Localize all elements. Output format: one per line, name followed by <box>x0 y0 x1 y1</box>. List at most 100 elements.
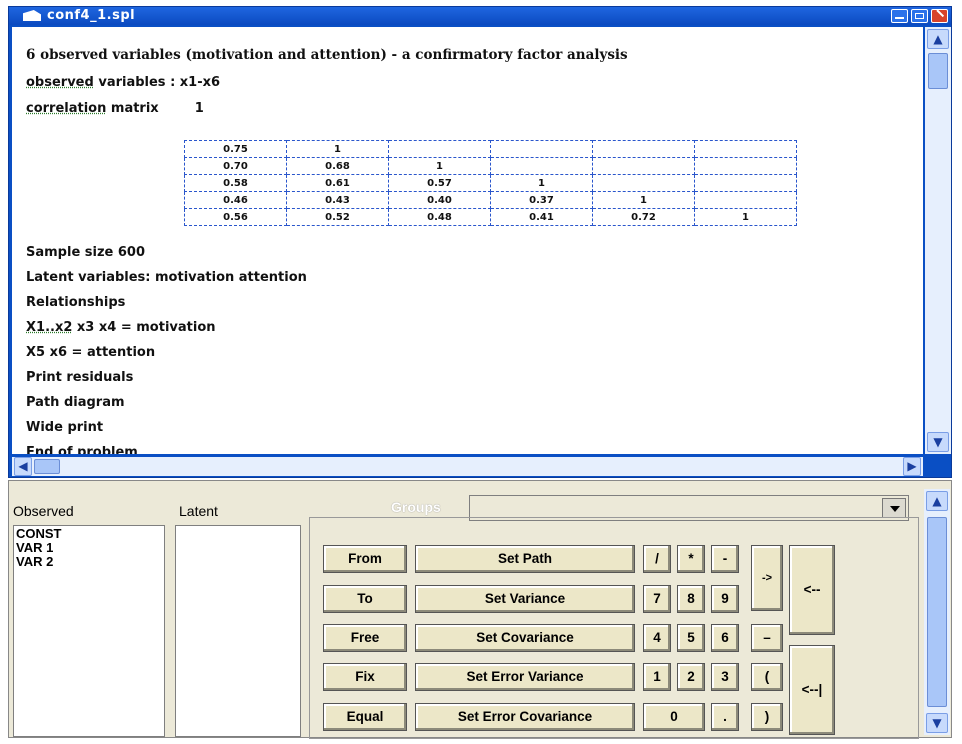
path-builder-panel: Observed Latent Groups CONST VAR 1 VAR 2… <box>8 480 952 739</box>
matrix-cell: 0.72 <box>592 208 695 226</box>
relationship-motivation-rest: x3 x4 = motivation <box>72 320 216 335</box>
path-diagram-line: Path diagram <box>26 395 125 410</box>
key-4[interactable]: 4 <box>643 624 671 652</box>
matrix-cell: 1 <box>694 208 797 226</box>
panel-scroll-thumb[interactable] <box>927 517 947 707</box>
sample-size-line: Sample size 600 <box>26 245 146 260</box>
left-paren-key[interactable]: ( <box>751 663 783 691</box>
key-8[interactable]: 8 <box>677 585 705 613</box>
matrix-cell <box>694 191 797 209</box>
close-button[interactable] <box>931 9 948 23</box>
scroll-up-icon[interactable]: ▲ <box>927 29 949 49</box>
matrix-cell <box>592 174 695 192</box>
groups-label: Groups <box>391 499 441 515</box>
matrix-row: 0.46 0.43 0.40 0.37 1 <box>184 191 797 209</box>
key-6[interactable]: 6 <box>711 624 739 652</box>
syntax-editor[interactable]: 6 observed variables (motivation and att… <box>12 27 923 454</box>
scroll-right-icon[interactable]: ▶ <box>903 457 921 476</box>
matrix-cell: 0.43 <box>286 191 389 209</box>
set-error-variance-button[interactable]: Set Error Variance <box>415 663 635 691</box>
latent-list[interactable] <box>175 525 301 737</box>
set-covariance-button[interactable]: Set Covariance <box>415 624 635 652</box>
matrix-cell <box>592 157 695 175</box>
list-item[interactable]: VAR 1 <box>16 541 162 555</box>
key-1[interactable]: 1 <box>643 663 671 691</box>
matrix-cell <box>388 140 491 158</box>
panel-vertical-scrollbar[interactable]: ▲ ▼ <box>924 489 950 735</box>
matrix-row: 0.58 0.61 0.57 1 <box>184 174 797 192</box>
observed-word: observed <box>26 75 94 90</box>
observed-label: Observed <box>13 503 74 519</box>
matrix-cell: 0.46 <box>184 191 287 209</box>
matrix-cell <box>694 140 797 158</box>
to-button[interactable]: To <box>323 585 407 613</box>
scroll-up-icon[interactable]: ▲ <box>926 491 948 511</box>
correlation-first-value: 1 <box>194 101 204 116</box>
matrix-cell: 1 <box>286 140 389 158</box>
key-0[interactable]: 0 <box>643 703 705 731</box>
matrix-cell: 0.41 <box>490 208 593 226</box>
latent-variables-line: Latent variables: motivation attention <box>26 270 307 285</box>
latent-label: Latent <box>179 503 218 519</box>
correlation-word: correlation <box>26 101 107 116</box>
matrix-cell <box>694 157 797 175</box>
set-error-covariance-button[interactable]: Set Error Covariance <box>415 703 635 731</box>
scroll-down-icon[interactable]: ▼ <box>926 713 948 733</box>
divide-key[interactable]: / <box>643 545 671 573</box>
matrix-cell: 0.68 <box>286 157 389 175</box>
document-icon <box>23 10 41 21</box>
correlation-rest: matrix <box>106 101 159 116</box>
matrix-cell: 0.58 <box>184 174 287 192</box>
arrow-right-button[interactable]: -> <box>751 545 783 611</box>
list-item[interactable]: CONST <box>16 527 162 541</box>
key-3[interactable]: 3 <box>711 663 739 691</box>
matrix-cell: 0.70 <box>184 157 287 175</box>
correlation-matrix: 0.75 1 0.70 0.68 1 0.58 0.61 0.57 1 0.46 0.43 0.40 0… <box>184 140 797 226</box>
chevron-down-icon[interactable] <box>882 498 906 518</box>
matrix-cell: 1 <box>592 191 695 209</box>
correlation-line: correlation matrix 1 <box>26 101 204 116</box>
equal-button[interactable]: Equal <box>323 703 407 731</box>
maximize-button[interactable] <box>911 9 928 23</box>
dash-key[interactable]: – <box>751 624 783 652</box>
from-button[interactable]: From <box>323 545 407 573</box>
relationship-motivation-line: X1..x2 x3 x4 = motivation <box>26 320 216 335</box>
matrix-cell <box>694 174 797 192</box>
matrix-cell: 0.56 <box>184 208 287 226</box>
key-9[interactable]: 9 <box>711 585 739 613</box>
editor-vertical-scrollbar[interactable]: ▲ ▼ <box>925 27 951 454</box>
scroll-down-icon[interactable]: ▼ <box>927 432 949 452</box>
matrix-row: 0.70 0.68 1 <box>184 157 797 175</box>
matrix-cell: 1 <box>490 174 593 192</box>
free-button[interactable]: Free <box>323 624 407 652</box>
key-5[interactable]: 5 <box>677 624 705 652</box>
minimize-button[interactable] <box>891 9 908 23</box>
matrix-cell: 0.75 <box>184 140 287 158</box>
matrix-cell <box>490 157 593 175</box>
vertical-scroll-thumb[interactable] <box>928 53 948 89</box>
matrix-cell: 1 <box>388 157 491 175</box>
matrix-cell <box>490 140 593 158</box>
set-variance-button[interactable]: Set Variance <box>415 585 635 613</box>
set-path-button[interactable]: Set Path <box>415 545 635 573</box>
fix-button[interactable]: Fix <box>323 663 407 691</box>
multiply-key[interactable]: * <box>677 545 705 573</box>
key-2[interactable]: 2 <box>677 663 705 691</box>
right-paren-key[interactable]: ) <box>751 703 783 731</box>
backspace-button[interactable]: <-- <box>789 545 835 635</box>
list-item[interactable]: VAR 2 <box>16 555 162 569</box>
x1-x2-text: X1..x2 <box>26 320 73 335</box>
wide-print-line: Wide print <box>26 420 104 435</box>
editor-horizontal-scrollbar[interactable]: ◀ ▶ <box>12 457 923 476</box>
decimal-key[interactable]: . <box>711 703 739 731</box>
enter-button[interactable]: <--| <box>789 645 835 735</box>
observed-list[interactable]: CONST VAR 1 VAR 2 <box>13 525 165 737</box>
scroll-left-icon[interactable]: ◀ <box>14 457 32 476</box>
key-7[interactable]: 7 <box>643 585 671 613</box>
minus-key[interactable]: - <box>711 545 739 573</box>
horizontal-scroll-thumb[interactable] <box>34 459 60 474</box>
matrix-cell <box>592 140 695 158</box>
relationships-line: Relationships <box>26 295 126 310</box>
matrix-cell: 0.48 <box>388 208 491 226</box>
matrix-cell: 0.61 <box>286 174 389 192</box>
